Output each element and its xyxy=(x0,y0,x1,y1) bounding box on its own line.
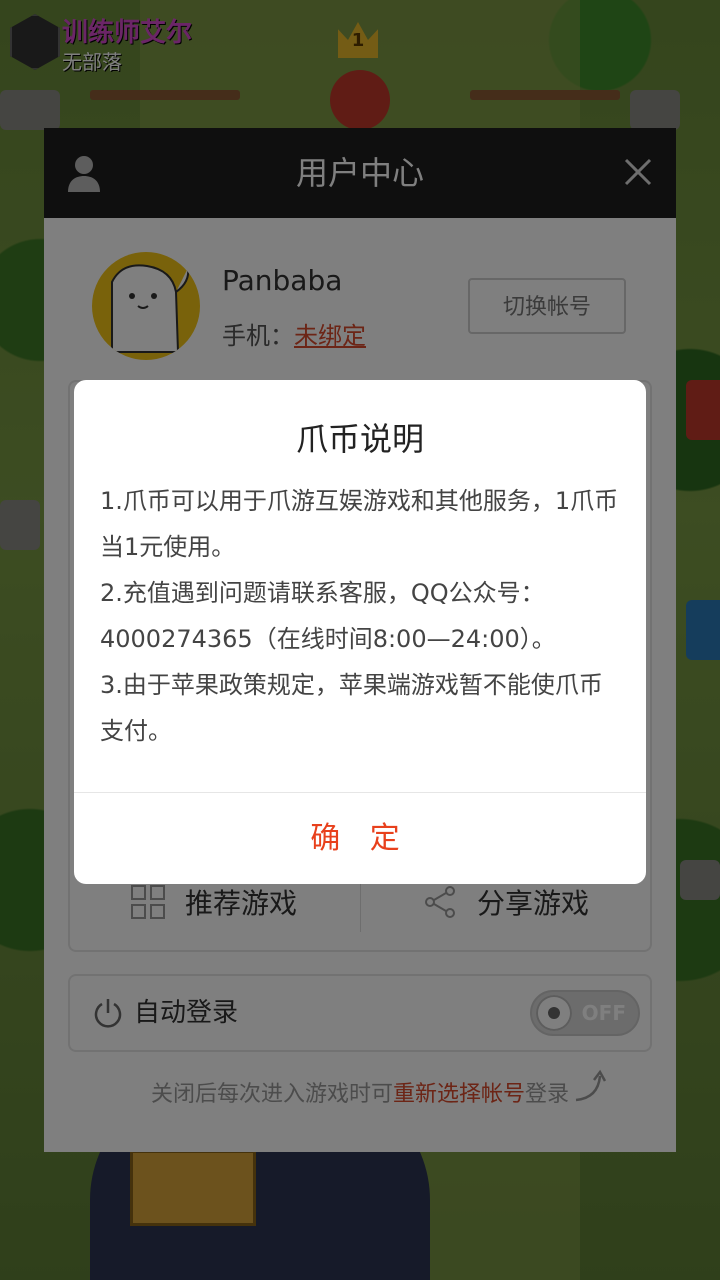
paw-coin-dialog: 爪币说明 1.爪币可以用于爪游互娱游戏和其他服务，1爪币当1元使用。 2.充值遇… xyxy=(74,380,646,884)
dialog-line: 2.充值遇到问题请联系客服，QQ公众号：4000274365（在线时间8:00—… xyxy=(100,579,556,653)
dialog-line: 3.由于苹果政策规定，苹果端游戏暂不能使爪币支付。 xyxy=(100,671,603,745)
dialog-line: 1.爪币可以用于爪游互娱游戏和其他服务，1爪币当1元使用。 xyxy=(100,487,619,561)
dialog-title: 爪币说明 xyxy=(295,420,424,458)
dialog-body: 1.爪币可以用于爪游互娱游戏和其他服务，1爪币当1元使用。 2.充值遇到问题请联… xyxy=(100,478,624,754)
confirm-button[interactable]: 确 定 xyxy=(74,793,646,884)
